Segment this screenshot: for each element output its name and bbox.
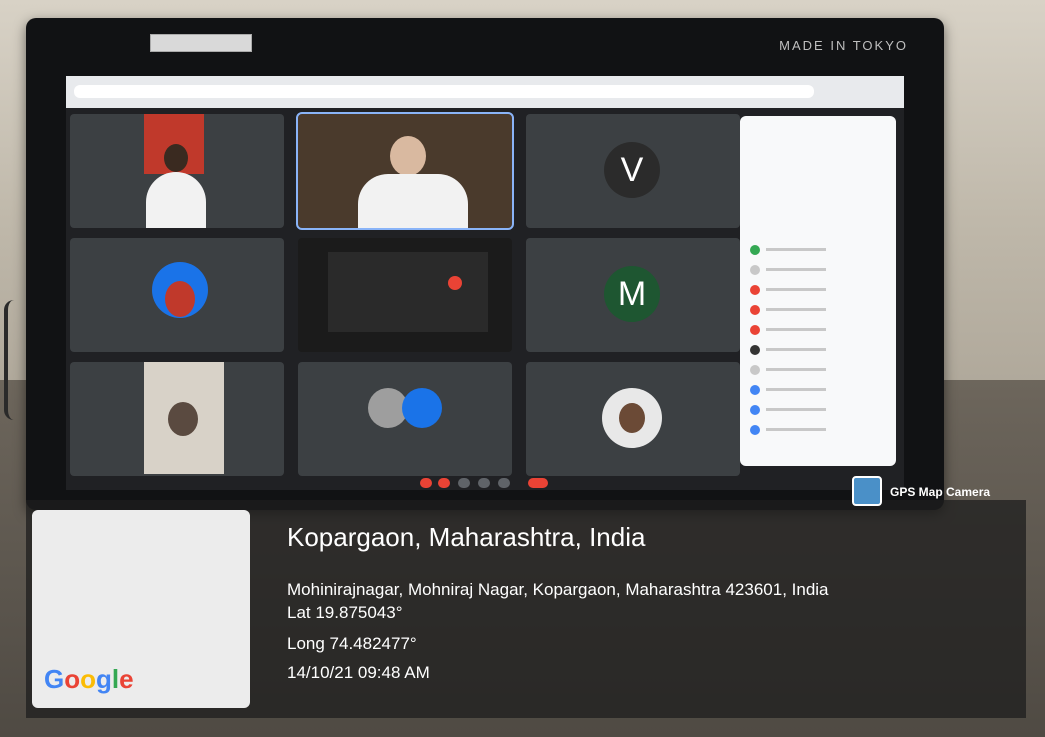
google-logo-letter: g: [96, 664, 112, 694]
monitor-cable: [4, 300, 20, 420]
participants-panel: [740, 116, 896, 466]
participant-name-placeholder: [766, 288, 826, 291]
participant-head: [168, 402, 198, 436]
participant-row[interactable]: [750, 324, 886, 336]
participant-avatar-dot: [750, 325, 760, 335]
participant-row[interactable]: [750, 424, 886, 436]
participant-head: [390, 136, 426, 176]
participant-name-placeholder: [766, 328, 826, 331]
video-tile-3[interactable]: V: [526, 114, 740, 228]
google-logo-letter: o: [64, 664, 81, 694]
participant-row[interactable]: [750, 264, 886, 276]
participant-name-placeholder: [766, 408, 826, 411]
participant-name-placeholder: [766, 348, 826, 351]
participant-avatar-dot: [750, 265, 760, 275]
monitor-bezel: MADE IN TOKYO V M: [26, 18, 944, 510]
participant-name-placeholder: [766, 248, 826, 251]
avatar-photo: [402, 388, 442, 428]
datetime-text: 14/10/21 09:48 AM: [287, 663, 430, 682]
latitude-text: Lat 19.875043°: [287, 603, 403, 622]
video-tile-7[interactable]: [70, 362, 284, 476]
google-logo-letter: G: [44, 664, 65, 694]
participant-avatar-dot: [750, 305, 760, 315]
camera-off-button[interactable]: [438, 478, 450, 488]
recording-dot: [448, 276, 462, 290]
gps-app-name: GPS Map Camera: [890, 485, 991, 499]
captions-button[interactable]: [458, 478, 470, 488]
mic-off-button[interactable]: [420, 478, 432, 488]
avatar-v: V: [604, 142, 660, 198]
participant-body: [358, 174, 468, 228]
participant-avatar-dot: [750, 345, 760, 355]
video-tile-2-active-speaker[interactable]: [296, 112, 514, 230]
participant-row[interactable]: [750, 384, 886, 396]
video-tile-4[interactable]: [70, 238, 284, 352]
participant-head: [164, 144, 188, 172]
participant-name-placeholder: [766, 308, 826, 311]
video-tile-8[interactable]: [298, 362, 512, 476]
google-logo-letter: o: [80, 664, 97, 694]
shared-screen: [328, 252, 488, 332]
video-tile-6[interactable]: M: [526, 238, 740, 352]
avatar-photo: [602, 388, 662, 448]
address-text: Mohinirajnagar, Mohniraj Nagar, Kopargao…: [287, 580, 829, 599]
video-tile-1[interactable]: [70, 114, 284, 228]
participant-row[interactable]: [750, 284, 886, 296]
participant-avatar-dot: [750, 245, 760, 255]
participant-name-placeholder: [766, 368, 826, 371]
address-bar[interactable]: [74, 85, 814, 98]
monitor-sticker: [150, 34, 252, 52]
browser-bar: [66, 76, 904, 108]
participant-row[interactable]: [750, 304, 886, 316]
participant-avatar-dot: [750, 385, 760, 395]
participant-row[interactable]: [750, 404, 886, 416]
participant-avatar-dot: [750, 285, 760, 295]
participant-name-placeholder: [766, 388, 826, 391]
avatar-m: M: [604, 266, 660, 322]
participant-row[interactable]: [750, 364, 886, 376]
participant-name-placeholder: [766, 268, 826, 271]
longitude-text: Long 74.482477°: [287, 634, 417, 653]
gps-app-icon: [852, 476, 882, 506]
meeting-toolbar: [66, 476, 904, 490]
video-tile-9[interactable]: [526, 362, 740, 476]
participant-body: [146, 172, 206, 228]
participant-avatar-dot: [750, 405, 760, 415]
google-logo: Google: [44, 664, 134, 695]
participant-avatar-dot: [750, 425, 760, 435]
end-call-button[interactable]: [528, 478, 548, 488]
participant-avatar-dot: [750, 365, 760, 375]
avatar-photo: [152, 262, 208, 318]
participant-row[interactable]: [750, 344, 886, 356]
video-grid: V M: [70, 112, 740, 476]
participant-name-placeholder: [766, 428, 826, 431]
present-button[interactable]: [478, 478, 490, 488]
participant-row[interactable]: [750, 244, 886, 256]
google-logo-letter: e: [119, 664, 134, 694]
location-title: Kopargaon, Maharashtra, India: [287, 522, 646, 552]
meeting-screen: V M: [66, 76, 904, 490]
video-tile-5-screen-share[interactable]: [298, 238, 512, 352]
monitor-brand: MADE IN TOKYO: [779, 38, 908, 53]
more-options-button[interactable]: [498, 478, 510, 488]
